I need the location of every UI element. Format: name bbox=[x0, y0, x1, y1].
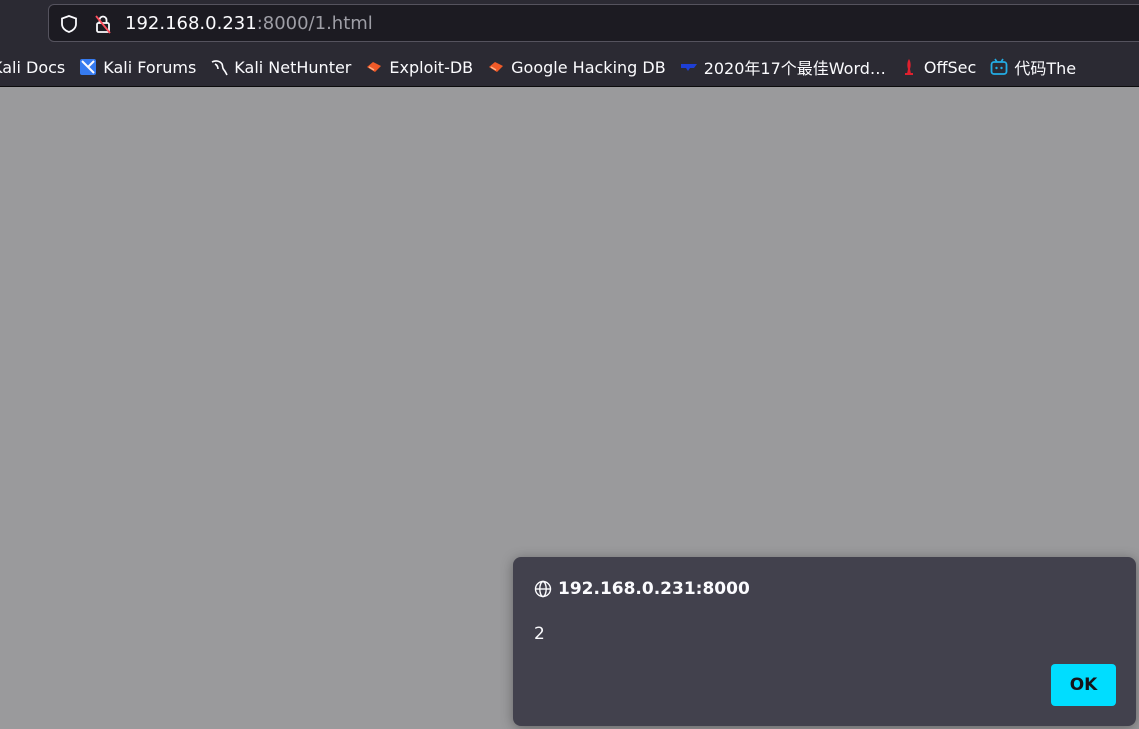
bookmark-kali-forums[interactable]: Kali Forums bbox=[79, 52, 196, 82]
bookmark-label: Kali Forums bbox=[103, 57, 197, 77]
globe-icon bbox=[534, 580, 552, 598]
dialog-origin: 192.168.0.231:8000 bbox=[534, 578, 750, 600]
address-bar[interactable]: 192.168.0.231:8000/1.html bbox=[48, 4, 1139, 42]
kali-forums-icon bbox=[80, 59, 97, 75]
dialog-message: 2 bbox=[534, 624, 545, 644]
bookmark-wordpress-article[interactable]: 2020年17个最佳Word… bbox=[680, 52, 886, 82]
bookmark-google-hacking-db[interactable]: Google Hacking DB bbox=[487, 52, 666, 82]
offsec-icon bbox=[904, 59, 913, 75]
bookmark-offsec[interactable]: OffSec bbox=[900, 52, 976, 82]
insecure-lock-icon[interactable] bbox=[93, 13, 113, 35]
bilibili-icon bbox=[990, 58, 1008, 75]
bookmark-bilibili[interactable]: 代码The bbox=[990, 52, 1076, 82]
bookmark-label: Kali NetHunter bbox=[234, 57, 352, 77]
exploit-db-icon bbox=[367, 62, 382, 72]
url-text[interactable]: 192.168.0.231:8000/1.html bbox=[125, 13, 373, 35]
exploit-db-icon bbox=[489, 62, 504, 72]
bookmark-label: Kali Docs bbox=[0, 57, 66, 77]
ok-button[interactable]: OK bbox=[1051, 664, 1116, 706]
bookmark-label: 代码The bbox=[1014, 59, 1077, 78]
bookmark-label: Exploit-DB bbox=[389, 57, 474, 77]
bookmark-exploit-db[interactable]: Exploit-DB bbox=[365, 52, 473, 82]
tracking-protection-shield-icon[interactable] bbox=[59, 14, 79, 34]
bookmark-kali-docs[interactable]: Kali Docs bbox=[0, 52, 65, 82]
bookmark-label: 2020年17个最佳Word… bbox=[703, 59, 886, 78]
url-toolbar: 192.168.0.231:8000/1.html bbox=[0, 0, 1139, 48]
bookmarks-toolbar: Kali Docs Kali Forums Kali NetHunter Exp… bbox=[0, 48, 1139, 87]
dialog-origin-text: 192.168.0.231:8000 bbox=[558, 579, 750, 599]
bookmark-kali-nethunter[interactable]: Kali NetHunter bbox=[210, 52, 351, 82]
kali-dragon-icon bbox=[211, 60, 229, 76]
url-path: :8000/1.html bbox=[256, 13, 373, 34]
url-host: 192.168.0.231 bbox=[125, 13, 257, 34]
bookmark-label: Google Hacking DB bbox=[511, 57, 666, 77]
blue-wave-icon bbox=[680, 64, 697, 71]
bookmark-label: OffSec bbox=[923, 57, 977, 77]
alert-dialog: 192.168.0.231:8000 2 OK bbox=[513, 557, 1136, 726]
